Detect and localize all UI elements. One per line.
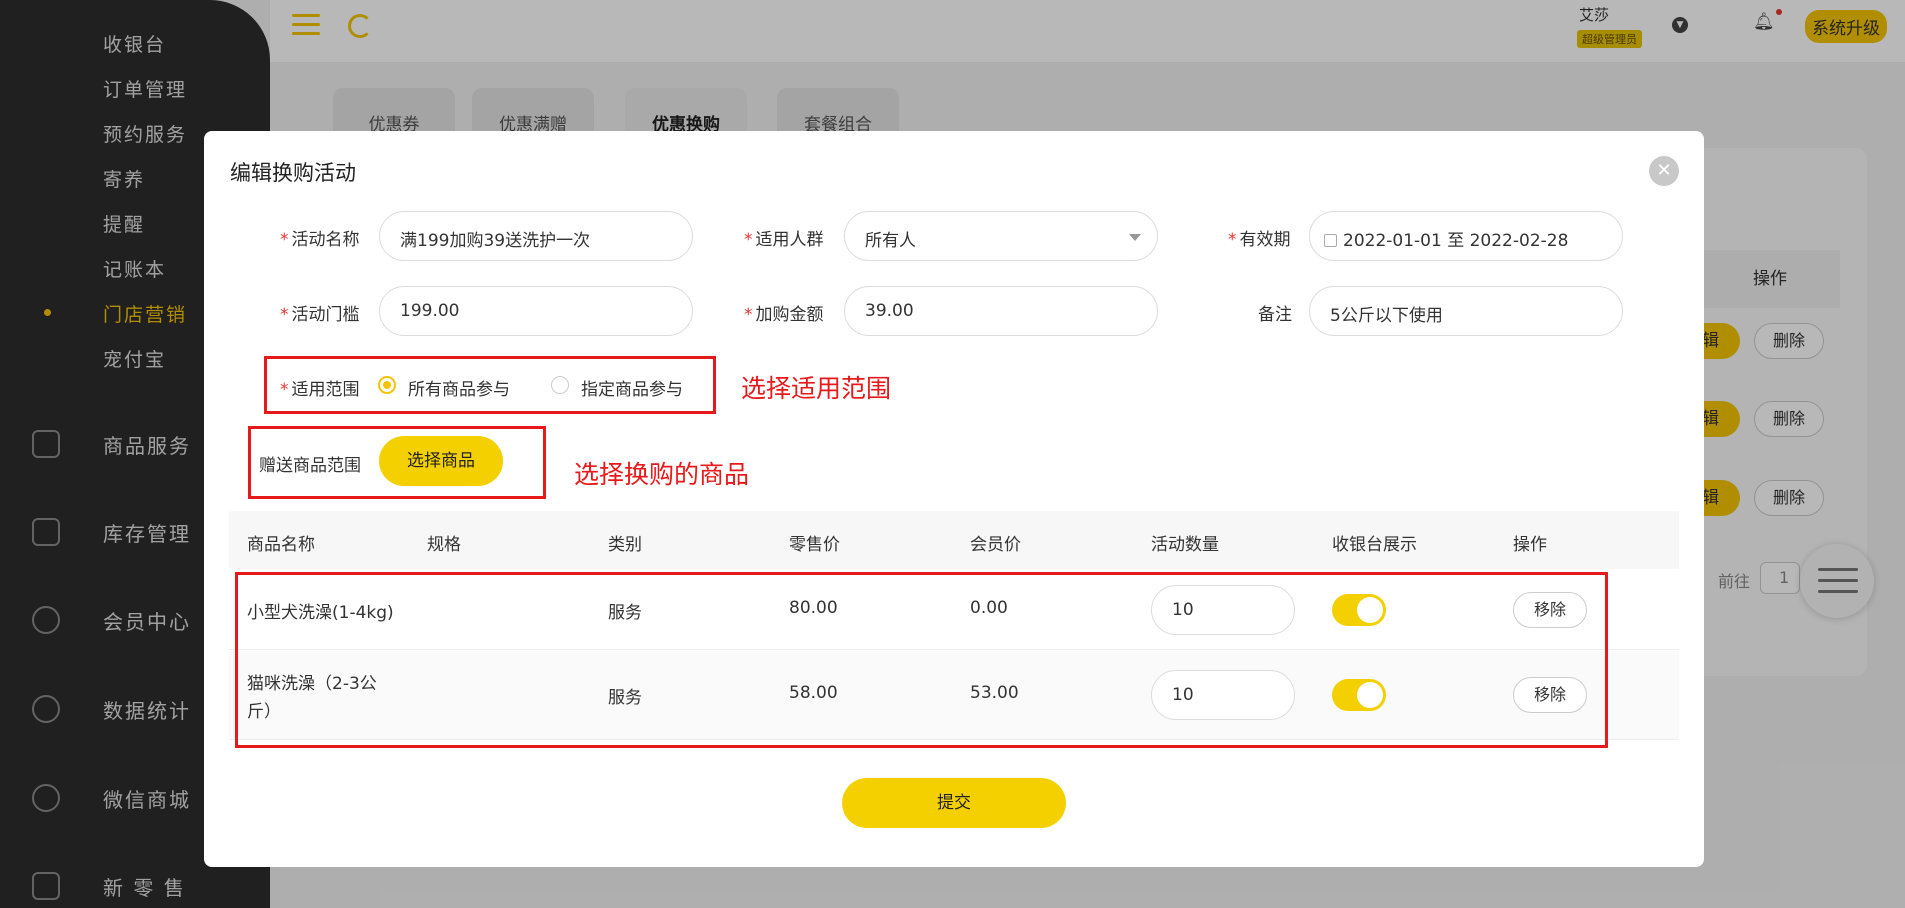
- addon-amount-input[interactable]: 39.00: [844, 286, 1158, 336]
- addon-amount-label: * 加购金额: [744, 305, 824, 325]
- remark-label: 备注: [1258, 305, 1292, 325]
- col-retail: 零售价: [789, 535, 840, 555]
- validity-value: 2022-01-01 至 2022-02-28: [1343, 231, 1569, 251]
- col-qty: 活动数量: [1151, 535, 1219, 555]
- table-highlight-box: [235, 572, 1608, 748]
- col-spec: 规格: [427, 535, 461, 555]
- goods-annotation: 选择换购的商品: [574, 460, 750, 489]
- threshold-input[interactable]: 199.00: [379, 286, 693, 336]
- crowd-label: * 适用人群: [744, 230, 824, 250]
- modal-title: 编辑换购活动: [230, 161, 356, 185]
- threshold-label: * 活动门槛: [280, 305, 360, 325]
- goods-highlight-box: [248, 426, 546, 499]
- col-category: 类别: [608, 535, 642, 555]
- scope-highlight-box: [264, 356, 716, 414]
- submit-button[interactable]: 提交: [842, 778, 1066, 828]
- activity-name-label: * 活动名称: [280, 230, 360, 250]
- scope-annotation: 选择适用范围: [741, 374, 892, 403]
- calendar-icon: [1324, 234, 1337, 247]
- caret-down-icon: [1129, 234, 1141, 241]
- col-name: 商品名称: [247, 535, 315, 555]
- col-member: 会员价: [970, 535, 1021, 555]
- col-show: 收银台展示: [1332, 535, 1417, 555]
- remark-input[interactable]: 5公斤以下使用: [1309, 286, 1623, 336]
- validity-label: * 有效期: [1228, 230, 1291, 250]
- crowd-select[interactable]: 所有人: [844, 211, 1158, 261]
- edit-exchange-modal: 编辑换购活动 ✕ * 活动名称 满199加购39送洗护一次 * 适用人群 所有人 *…: [204, 131, 1704, 867]
- goods-table-header: 商品名称 规格 类别 零售价 会员价 活动数量 收银台展示 操作: [229, 511, 1679, 569]
- col-action: 操作: [1513, 535, 1547, 555]
- validity-date-range[interactable]: 2022-01-01 至 2022-02-28: [1309, 211, 1623, 261]
- crowd-select-value: 所有人: [865, 231, 916, 251]
- activity-name-input[interactable]: 满199加购39送洗护一次: [379, 211, 693, 261]
- close-icon[interactable]: ✕: [1649, 156, 1679, 186]
